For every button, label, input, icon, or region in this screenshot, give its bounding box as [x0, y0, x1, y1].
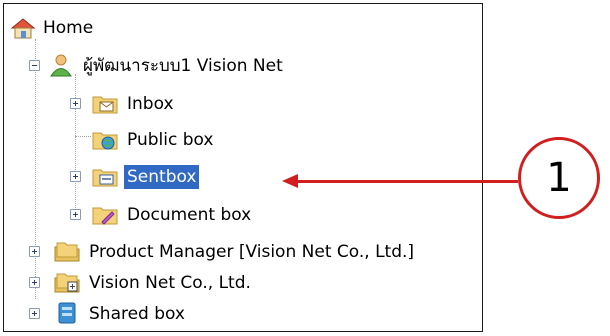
expand-toggle[interactable]	[29, 277, 40, 288]
tree-item-public-box[interactable]: Public box	[4, 124, 304, 154]
public-folder-icon	[92, 132, 118, 150]
callout-arrow-line	[296, 180, 518, 183]
expand-toggle[interactable]	[70, 209, 81, 220]
inbox-folder-icon	[92, 96, 118, 114]
shared-box-icon	[58, 302, 76, 324]
tree-label: Inbox	[127, 94, 174, 114]
tree-label: Document box	[127, 205, 252, 225]
tree-label: Vision Net Co., Ltd.	[89, 273, 251, 293]
tree-item-sentbox[interactable]: Sentbox	[4, 161, 304, 191]
tree-label: Product Manager [Vision Net Co., Ltd.]	[89, 242, 415, 262]
tree-item-home[interactable]: Home	[4, 12, 304, 42]
expand-toggle[interactable]	[70, 98, 81, 109]
group-folder-icon	[54, 242, 80, 262]
tree-item-shared-box[interactable]: Shared box	[4, 298, 304, 328]
sent-folder-icon	[92, 169, 118, 187]
home-icon	[10, 18, 36, 39]
expand-toggle[interactable]	[29, 308, 40, 319]
user-icon	[50, 54, 72, 77]
folder-tree-panel: Home ผู้พัฒนาระบบ1 Vision Net Inbox Publ…	[3, 3, 483, 332]
expand-toggle[interactable]	[29, 246, 40, 257]
collapse-toggle[interactable]	[29, 60, 40, 71]
expand-toggle[interactable]	[70, 171, 81, 182]
document-folder-icon	[92, 207, 118, 225]
tree-item-document-box[interactable]: Document box	[4, 199, 324, 229]
tree-item-product-manager[interactable]: Product Manager [Vision Net Co., Ltd.]	[4, 236, 474, 266]
tree-label: Shared box	[89, 304, 185, 324]
tree-label: Home	[43, 18, 94, 38]
tree-item-user[interactable]: ผู้พัฒนาระบบ1 Vision Net	[4, 50, 404, 80]
tree-item-vision-net[interactable]: Vision Net Co., Ltd.	[4, 267, 404, 297]
tree-label: Public box	[127, 130, 214, 150]
tree-item-inbox[interactable]: Inbox	[4, 88, 304, 118]
organization-folder-icon	[54, 273, 80, 293]
tree-label: Sentbox	[124, 165, 200, 189]
callout-number: 1	[518, 137, 600, 219]
tree-label: ผู้พัฒนาระบบ1 Vision Net	[83, 56, 283, 76]
callout-arrow-head	[282, 174, 298, 188]
